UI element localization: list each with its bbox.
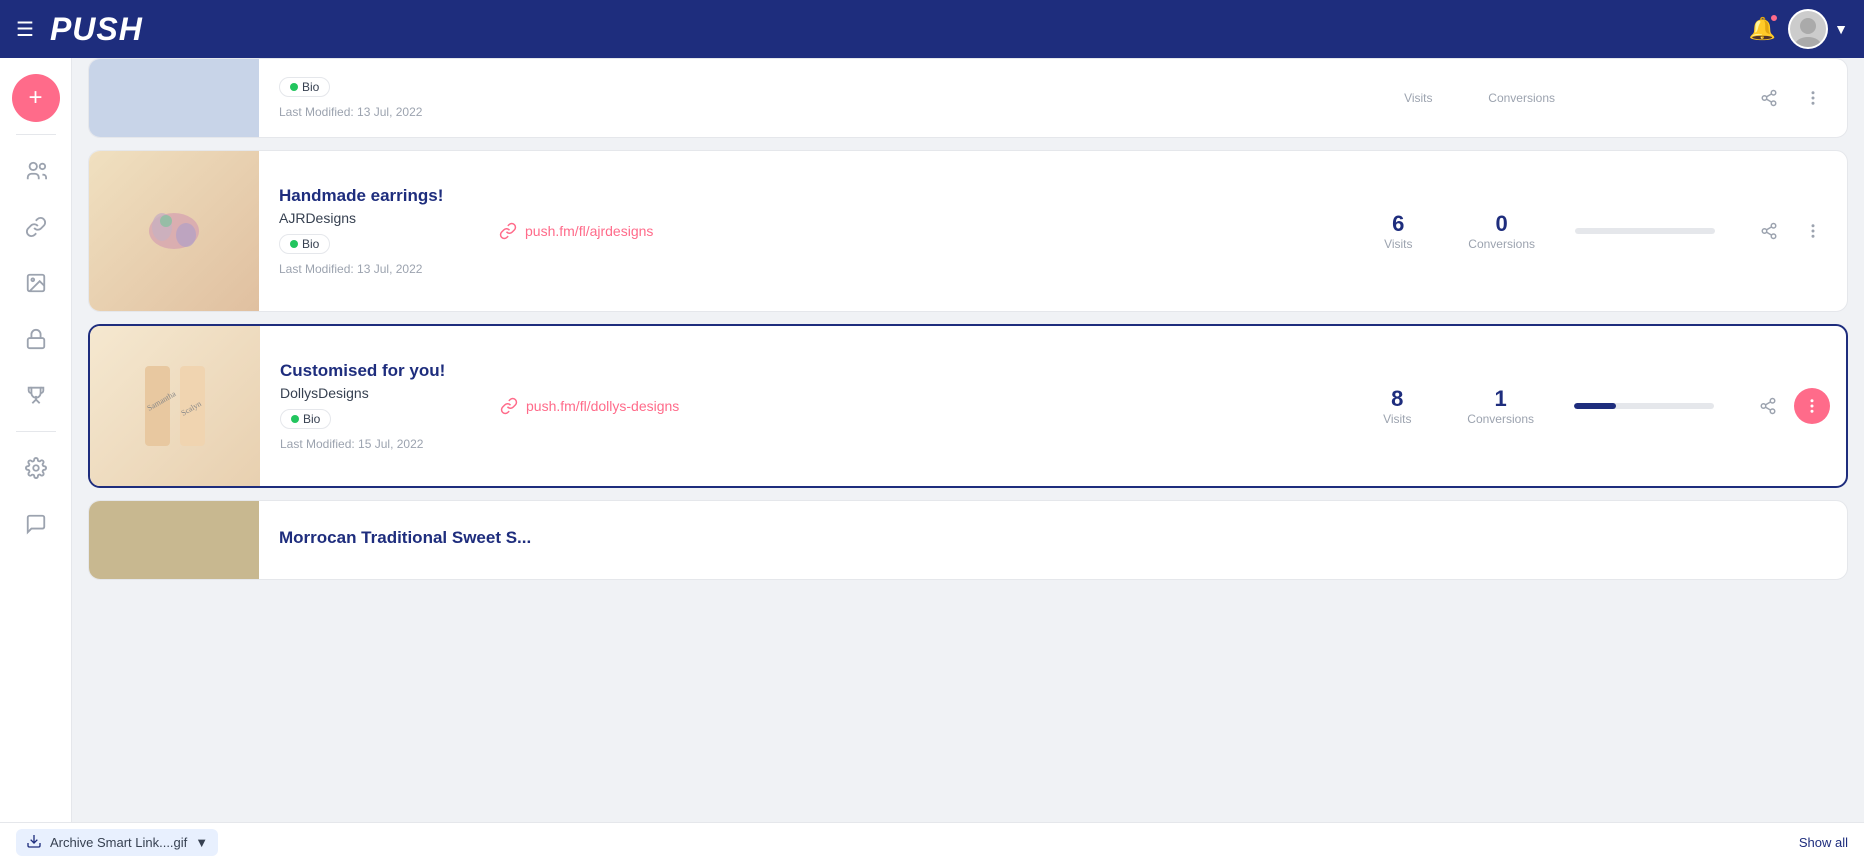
- card-image-dollys: Samantha Scalyn: [90, 326, 260, 486]
- hamburger-icon[interactable]: ☰: [16, 17, 34, 42]
- visits-stat-dollys: 8 Visits: [1367, 386, 1427, 426]
- card-title-bottom: Morrocan Traditional Sweet S...: [279, 528, 531, 548]
- card-url-dollys: push.fm/fl/dollys-designs: [526, 398, 679, 414]
- badge-dot: [290, 83, 298, 91]
- share-button-dollys[interactable]: [1750, 388, 1786, 424]
- bottom-bar: Archive Smart Link....gif ▼ Show all: [0, 822, 1864, 862]
- plus-icon: +: [28, 84, 42, 112]
- sidebar-item-settings[interactable]: [12, 444, 60, 492]
- notification-badge: [1769, 13, 1779, 23]
- progress-bar-bg-dollys: [1574, 403, 1714, 409]
- sidebar-divider-2: [16, 431, 56, 432]
- card-title-ajr: Handmade earrings!: [279, 186, 459, 206]
- show-all-button[interactable]: Show all: [1799, 835, 1848, 850]
- link-icon-dollys: [500, 397, 518, 415]
- main-layout: +: [0, 58, 1864, 862]
- link-icon-ajr: [499, 222, 517, 240]
- card-actions-top: [1735, 80, 1847, 116]
- card-modified-ajr: Last Modified: 13 Jul, 2022: [279, 262, 459, 276]
- conversions-stat-ajr: 0 Conversions: [1468, 211, 1535, 251]
- progress-area-ajr: [1555, 228, 1735, 234]
- card-partial-top: Bio Last Modified: 13 Jul, 2022 Visits C…: [88, 58, 1848, 138]
- share-button-top[interactable]: [1751, 80, 1787, 116]
- card-info-dollys: Customised for you! DollysDesigns Bio La…: [260, 345, 480, 467]
- sidebar-item-trophy[interactable]: [12, 371, 60, 419]
- sidebar-item-chat[interactable]: [12, 500, 60, 548]
- nav-right: 🔔 ▼: [1749, 9, 1848, 49]
- card-stats-top: Visits Conversions: [1368, 91, 1575, 105]
- badge-top: Bio: [279, 77, 330, 97]
- content-area: Bio Last Modified: 13 Jul, 2022 Visits C…: [72, 58, 1864, 862]
- more-button-dollys[interactable]: [1794, 388, 1830, 424]
- download-item[interactable]: Archive Smart Link....gif ▼: [16, 829, 218, 856]
- more-button-ajr[interactable]: [1795, 213, 1831, 249]
- badge-dot-ajr: [290, 240, 298, 248]
- card-actions-dollys: [1734, 388, 1846, 424]
- card-link-dollys[interactable]: push.fm/fl/dollys-designs: [480, 397, 1347, 415]
- card-info-ajr: Handmade earrings! AJRDesigns Bio Last M…: [259, 170, 479, 292]
- card-title-dollys: Customised for you!: [280, 361, 460, 381]
- sidebar-item-audience[interactable]: [12, 147, 60, 195]
- visits-stat-top: Visits: [1388, 91, 1448, 105]
- card-modified-top: Last Modified: 13 Jul, 2022: [279, 105, 459, 119]
- conversions-stat-top: Conversions: [1488, 91, 1555, 105]
- card-stats-dollys: 8 Visits 1 Conversions: [1347, 386, 1554, 426]
- visits-stat-ajr: 6 Visits: [1368, 211, 1428, 251]
- badge-dollys: Bio: [280, 409, 331, 429]
- card-subtitle-ajr: AJRDesigns: [279, 210, 459, 226]
- sidebar-item-media[interactable]: [12, 259, 60, 307]
- card-ajr-designs: Handmade earrings! AJRDesigns Bio Last M…: [88, 150, 1848, 312]
- conversions-stat-dollys: 1 Conversions: [1467, 386, 1534, 426]
- badge-dot-dollys: [291, 415, 299, 423]
- app-logo: PUSH: [50, 11, 143, 48]
- card-image-ajr: [89, 151, 259, 311]
- card-link-ajr[interactable]: push.fm/fl/ajrdesigns: [479, 222, 1348, 240]
- top-navigation: ☰ PUSH 🔔 ▼: [0, 0, 1864, 58]
- card-dollys-designs: Samantha Scalyn Customised for you! Doll…: [88, 324, 1848, 488]
- chevron-down-icon: ▼: [195, 835, 208, 850]
- card-image-placeholder-top: [89, 58, 259, 138]
- download-label: Archive Smart Link....gif: [50, 835, 187, 850]
- card-stats-ajr: 6 Visits 0 Conversions: [1348, 211, 1555, 251]
- sidebar-divider: [16, 134, 56, 135]
- card-info-top: Bio Last Modified: 13 Jul, 2022: [259, 61, 479, 135]
- sidebar-item-lock[interactable]: [12, 315, 60, 363]
- user-avatar-button[interactable]: ▼: [1788, 9, 1848, 49]
- card-url-ajr: push.fm/fl/ajrdesigns: [525, 223, 653, 239]
- card-actions-ajr: [1735, 213, 1847, 249]
- progress-bar-bg-ajr: [1575, 228, 1715, 234]
- sidebar-item-add[interactable]: +: [12, 74, 60, 122]
- sidebar: +: [0, 58, 72, 862]
- avatar: [1788, 9, 1828, 49]
- progress-area-dollys: [1554, 403, 1734, 409]
- card-info-bottom: Morrocan Traditional Sweet S...: [259, 512, 551, 568]
- card-subtitle-dollys: DollysDesigns: [280, 385, 460, 401]
- card-modified-dollys: Last Modified: 15 Jul, 2022: [280, 437, 460, 451]
- more-button-top[interactable]: [1795, 80, 1831, 116]
- download-icon: [26, 833, 42, 852]
- progress-bar-fill-dollys: [1574, 403, 1616, 409]
- badge-ajr: Bio: [279, 234, 330, 254]
- avatar-chevron-icon: ▼: [1834, 21, 1848, 37]
- sidebar-item-links[interactable]: [12, 203, 60, 251]
- notifications-button[interactable]: 🔔: [1749, 16, 1776, 42]
- share-button-ajr[interactable]: [1751, 213, 1787, 249]
- card-image-placeholder-bottom: [89, 500, 259, 580]
- card-partial-bottom: Morrocan Traditional Sweet S...: [88, 500, 1848, 580]
